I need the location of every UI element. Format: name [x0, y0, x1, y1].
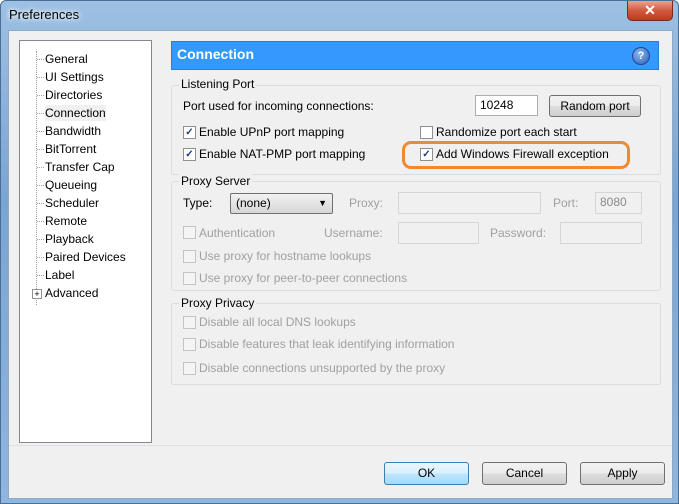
proxy-host-label: Proxy:: [349, 196, 384, 210]
hostname-lookups-label: Use proxy for hostname lookups: [199, 249, 372, 263]
section-header: Connection ?: [171, 41, 659, 70]
dns-lookups-label: Disable all local DNS lookups: [199, 315, 356, 329]
proxy-type-value: (none): [236, 196, 271, 210]
p2p-proxy-checkbox[interactable]: [183, 272, 196, 285]
window-title: Preferences: [9, 7, 80, 22]
tree-connector: [37, 77, 44, 78]
category-tree: General UI Settings Directories Connecti…: [19, 40, 152, 443]
authentication-checkbox[interactable]: [183, 226, 196, 239]
preferences-window: Preferences ✕ General UI Settings Direct…: [0, 0, 679, 504]
sidebar-item-label[interactable]: Label: [45, 267, 74, 283]
hostname-lookups-checkbox[interactable]: [183, 250, 196, 263]
page-title: Connection: [177, 46, 254, 62]
tree-guide-line: [36, 51, 37, 305]
sidebar-item-connection[interactable]: Connection: [45, 105, 106, 121]
sidebar-item-transfer-cap[interactable]: Transfer Cap: [45, 159, 115, 175]
chevron-down-icon: ▼: [318, 198, 327, 208]
proxy-type-label: Type:: [183, 196, 213, 210]
password-label: Password:: [490, 226, 547, 240]
natpmp-label: Enable NAT-PMP port mapping: [199, 147, 366, 161]
tree-connector: [37, 167, 44, 168]
leak-features-checkbox[interactable]: [183, 338, 196, 351]
tree-connector: [37, 113, 44, 114]
authentication-label: Authentication: [199, 226, 276, 240]
close-button[interactable]: ✕: [627, 1, 673, 21]
proxy-type-select[interactable]: (none) ▼: [230, 193, 333, 214]
close-icon: ✕: [644, 2, 656, 18]
tree-connector: [37, 239, 44, 240]
sidebar-item-advanced[interactable]: Advanced: [45, 285, 98, 301]
sidebar-item-scheduler[interactable]: Scheduler: [45, 195, 99, 211]
username-label: Username:: [324, 226, 383, 240]
tree-connector: [37, 185, 44, 186]
natpmp-checkbox[interactable]: ✓: [183, 148, 196, 161]
tree-connector: [37, 221, 44, 222]
tree-connector: [37, 131, 44, 132]
port-label: Port used for incoming connections:: [183, 99, 374, 113]
leak-features-label: Disable features that leak identifying i…: [199, 337, 455, 351]
dns-lookups-checkbox[interactable]: [183, 316, 196, 329]
sidebar-item-paired-devices[interactable]: Paired Devices: [45, 249, 126, 265]
firewall-checkbox[interactable]: ✓: [420, 148, 433, 161]
dialog-client-area: General UI Settings Directories Connecti…: [8, 30, 673, 499]
upnp-checkbox[interactable]: ✓: [183, 126, 196, 139]
port-input[interactable]: 10248: [475, 95, 538, 116]
proxy-server-legend: Proxy Server: [179, 174, 253, 188]
ok-button[interactable]: OK: [384, 462, 469, 485]
randomize-port-checkbox[interactable]: [420, 126, 433, 139]
p2p-proxy-label: Use proxy for peer-to-peer connections: [199, 271, 408, 285]
proxy-port-input[interactable]: 8080: [595, 192, 642, 214]
randomize-port-label: Randomize port each start: [436, 125, 577, 139]
password-input[interactable]: [560, 222, 642, 244]
tree-connector: [37, 59, 44, 60]
random-port-button[interactable]: Random port: [549, 95, 641, 117]
sidebar-item-general[interactable]: General: [45, 51, 88, 67]
listening-port-legend: Listening Port: [179, 77, 257, 91]
username-input[interactable]: [398, 222, 479, 244]
title-bar[interactable]: Preferences ✕: [1, 1, 678, 29]
proxy-host-input[interactable]: [398, 192, 541, 214]
sidebar-item-playback[interactable]: Playback: [45, 231, 94, 247]
divider: [9, 445, 672, 446]
tree-connector: [37, 149, 44, 150]
sidebar-item-bandwidth[interactable]: Bandwidth: [45, 123, 101, 139]
cancel-button[interactable]: Cancel: [482, 462, 567, 485]
tree-connector: [37, 203, 44, 204]
sidebar-item-ui-settings[interactable]: UI Settings: [45, 69, 104, 85]
help-icon[interactable]: ?: [632, 47, 650, 65]
unsupported-connections-checkbox[interactable]: [183, 362, 196, 375]
firewall-label: Add Windows Firewall exception: [436, 147, 609, 161]
proxy-port-label: Port:: [553, 196, 579, 210]
sidebar-item-remote[interactable]: Remote: [45, 213, 87, 229]
proxy-privacy-legend: Proxy Privacy: [179, 296, 257, 310]
apply-button[interactable]: Apply: [580, 462, 665, 485]
expand-plus-icon[interactable]: +: [32, 289, 42, 299]
sidebar-item-queueing[interactable]: Queueing: [45, 177, 97, 193]
tree-connector: [37, 95, 44, 96]
sidebar-item-directories[interactable]: Directories: [45, 87, 102, 103]
unsupported-connections-label: Disable connections unsupported by the p…: [199, 361, 446, 375]
upnp-label: Enable UPnP port mapping: [199, 125, 345, 139]
sidebar-item-bittorrent[interactable]: BitTorrent: [45, 141, 96, 157]
tree-connector: [37, 275, 44, 276]
tree-connector: [37, 257, 44, 258]
